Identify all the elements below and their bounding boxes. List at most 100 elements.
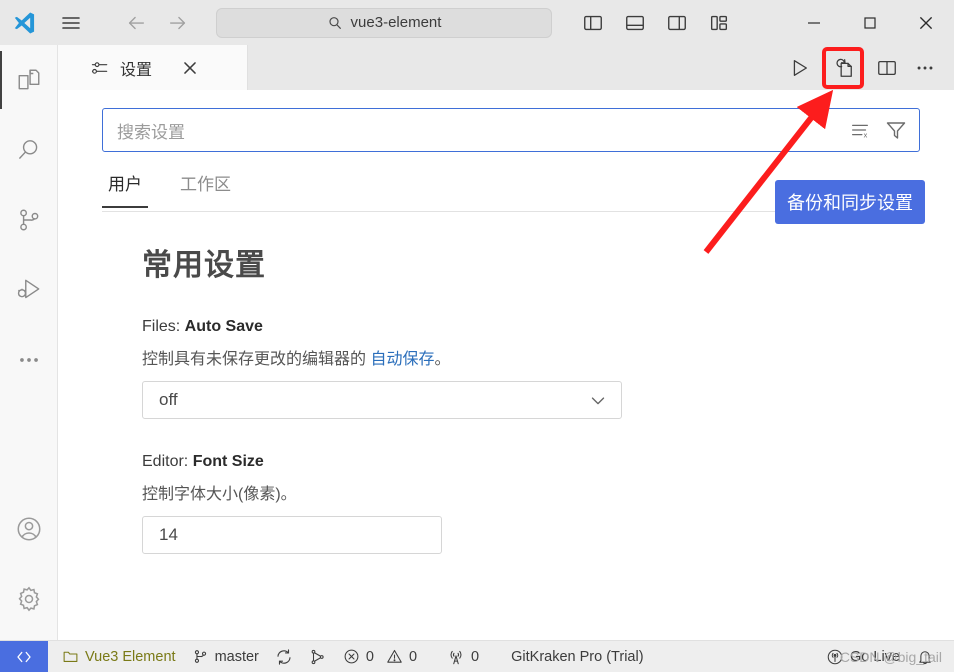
sidebar-item-explorer[interactable] <box>0 45 58 115</box>
editor-area: 设置 搜索设置 x 用户 工作区 常用设置 Files: Auto Save 控… <box>58 45 954 640</box>
setting-key-name: Auto Save <box>184 318 263 335</box>
setting-key-name: Font Size <box>192 453 264 470</box>
font-size-input[interactable]: 14 <box>142 516 442 554</box>
error-count: 0 <box>365 648 374 665</box>
broadcast-icon <box>826 648 844 666</box>
sidebar-item-run-and-debug[interactable] <box>0 255 58 325</box>
play-triangle-icon[interactable] <box>784 53 814 83</box>
layout-panel-icon[interactable] <box>622 10 648 36</box>
close-icon[interactable] <box>180 58 200 78</box>
gitkraken-label: GitKraken Pro (Trial) <box>511 648 644 665</box>
ellipsis-icon[interactable] <box>910 53 940 83</box>
command-center-text: vue3-element <box>350 14 442 31</box>
font-size-value: 14 <box>159 525 178 544</box>
warning-icon <box>386 648 403 665</box>
setting-key-prefix: Editor: <box>142 453 193 470</box>
maximize-button[interactable] <box>842 0 898 45</box>
editor-actions <box>784 45 954 90</box>
ellipsis-icon <box>16 347 42 373</box>
sidebar-item-search[interactable] <box>0 115 58 185</box>
settings-editor: 搜索设置 x 用户 工作区 常用设置 Files: Auto Save 控制具有… <box>58 90 954 640</box>
ports-count: 0 <box>471 648 480 665</box>
tab-workspace[interactable]: 工作区 <box>174 168 237 207</box>
window-controls <box>786 0 954 45</box>
open-settings-json-icon[interactable] <box>822 46 864 89</box>
svg-text:x: x <box>864 130 868 139</box>
files-icon <box>16 67 42 93</box>
minimize-button[interactable] <box>786 0 842 45</box>
status-go-live[interactable]: Go Live <box>818 641 908 672</box>
tab-label: 设置 <box>120 61 153 79</box>
auto-save-dropdown[interactable]: off <box>142 381 622 419</box>
remote-window-icon[interactable] <box>0 640 48 672</box>
search-placeholder: 搜索设置 <box>117 122 185 142</box>
command-center-search[interactable]: vue3-element <box>216 7 552 38</box>
editor-tab-bar: 设置 <box>58 45 954 90</box>
tab-settings[interactable]: 设置 <box>58 45 248 90</box>
hamburger-menu-icon[interactable] <box>48 0 94 45</box>
workbench-body: 设置 搜索设置 x 用户 工作区 常用设置 Files: Auto Save 控… <box>0 45 954 640</box>
status-folder[interactable]: Vue3 Element <box>54 641 184 672</box>
tab-user[interactable]: 用户 <box>102 168 148 208</box>
status-right-group: Go Live <box>818 641 954 672</box>
clear-filters-icon[interactable]: x <box>847 117 873 143</box>
status-git-graph[interactable] <box>301 641 335 672</box>
folder-icon <box>62 648 79 665</box>
desc-text-after: 。 <box>434 351 451 368</box>
sync-icon <box>275 648 293 666</box>
setting-description: 控制字体大小(像素)。 <box>142 486 297 503</box>
title-bar: vue3-element <box>0 0 954 45</box>
status-gitkraken[interactable]: GitKraken Pro (Trial) <box>503 641 651 672</box>
layout-sidebar-right-icon[interactable] <box>664 10 690 36</box>
sidebar-item-accounts[interactable] <box>0 494 58 564</box>
status-problems[interactable]: 0 0 <box>335 641 425 672</box>
radio-tower-icon <box>447 648 465 666</box>
setting-editor-font-size: Editor: Font Size 控制字体大小(像素)。 14 <box>142 453 920 554</box>
account-icon <box>15 515 43 543</box>
activity-bar <box>0 45 58 640</box>
gear-icon <box>15 585 43 613</box>
go-live-label: Go Live <box>850 648 900 665</box>
warning-count: 0 <box>408 648 418 665</box>
arrow-right-icon[interactable] <box>164 9 192 37</box>
setting-key-prefix: Files: <box>142 318 185 335</box>
chevron-down-icon <box>587 389 609 411</box>
search-icon <box>16 137 42 163</box>
search-input[interactable]: 搜索设置 x <box>102 108 920 152</box>
status-ports[interactable]: 0 <box>439 641 487 672</box>
arrow-left-icon[interactable] <box>122 9 150 37</box>
setting-key-label: Editor: Font Size <box>142 453 920 471</box>
vscode-logo-icon <box>0 0 48 45</box>
close-button[interactable] <box>898 0 954 45</box>
status-folder-label: Vue3 Element <box>85 648 176 665</box>
auto-save-link[interactable]: 自动保存 <box>370 351 434 368</box>
sidebar-item-source-control[interactable] <box>0 185 58 255</box>
sidebar-item-manage-settings[interactable] <box>0 564 58 634</box>
sidebar-item-more-views[interactable] <box>0 325 58 395</box>
status-bar: Vue3 Element master 0 0 0 GitKraken Pro … <box>0 640 954 672</box>
desc-text-before: 控制具有未保存更改的编辑器的 <box>142 351 371 368</box>
titlebar-navigation <box>122 9 192 37</box>
settings-sliders-icon <box>90 58 110 78</box>
status-notifications[interactable] <box>908 641 948 672</box>
run-debug-icon <box>15 276 43 304</box>
status-sync[interactable] <box>267 641 301 672</box>
bell-icon <box>916 648 934 666</box>
layout-sidebar-left-icon[interactable] <box>580 10 606 36</box>
search-icon <box>327 15 343 31</box>
search-actions: x <box>847 117 909 143</box>
funnel-filter-icon[interactable] <box>883 117 909 143</box>
layout-customize-icon[interactable] <box>706 10 732 36</box>
setting-description: 控制具有未保存更改的编辑器的 自动保存。 <box>142 345 920 369</box>
split-editor-icon[interactable] <box>872 53 902 83</box>
layout-controls <box>580 10 732 36</box>
settings-list: 常用设置 Files: Auto Save 控制具有未保存更改的编辑器的 自动保… <box>102 212 920 554</box>
setting-key-label: Files: Auto Save <box>142 318 920 336</box>
error-icon <box>343 648 360 665</box>
status-branch[interactable]: master <box>184 641 267 672</box>
source-control-icon <box>16 207 42 233</box>
page-title: 常用设置 <box>142 249 266 282</box>
git-branch-icon <box>192 648 209 665</box>
sync-settings-tooltip: 备份和同步设置 <box>775 180 925 224</box>
git-graph-icon <box>309 648 327 666</box>
